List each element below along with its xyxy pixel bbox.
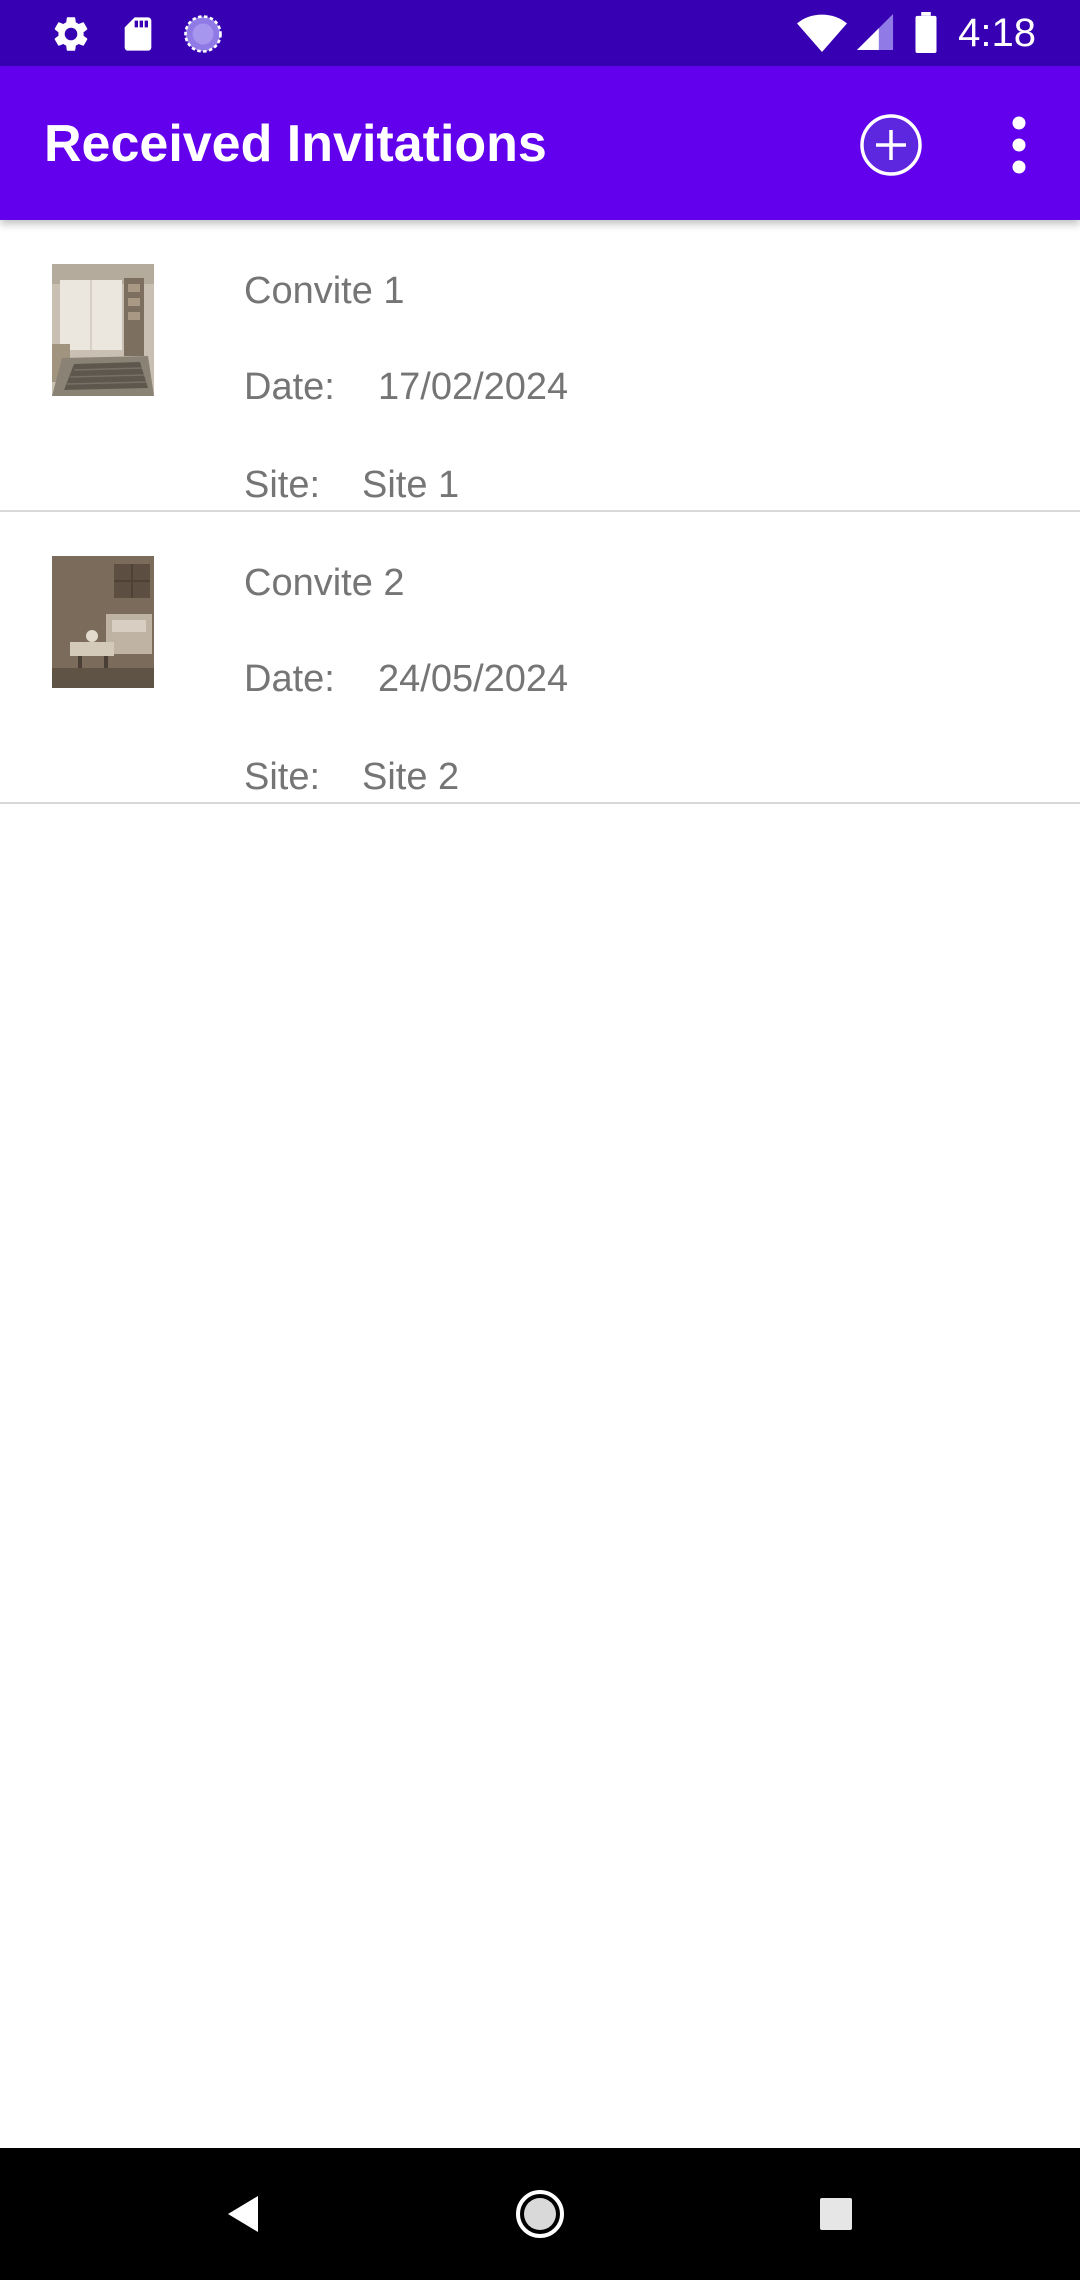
settings-icon xyxy=(50,13,92,60)
battery-icon xyxy=(914,12,938,59)
status-bar: 4:18 xyxy=(0,0,1080,66)
navigation-bar xyxy=(0,2148,1080,2280)
wifi-icon xyxy=(796,12,848,59)
site-value: Site 2 xyxy=(362,756,460,798)
invitation-title: Convite 2 xyxy=(244,562,405,604)
date-value: 17/02/2024 xyxy=(378,366,569,408)
back-triangle-icon xyxy=(214,2196,274,2248)
invitation-title: Convite 1 xyxy=(244,270,405,312)
invitation-item[interactable]: Convite 2 Date: 24/05/2024 Site: Site 2 xyxy=(0,512,1080,804)
back-button[interactable] xyxy=(214,2184,274,2244)
sync-circle-icon xyxy=(182,13,224,60)
add-circle-icon xyxy=(856,114,926,184)
site-label: Site: xyxy=(244,756,321,798)
page-title: Received Invitations xyxy=(44,115,547,173)
recents-square-icon xyxy=(806,2198,866,2248)
cell-signal-icon xyxy=(856,12,894,57)
invitation-item[interactable]: Convite 1 Date: 17/02/2024 Site: Site 1 xyxy=(0,220,1080,512)
status-time: 4:18 xyxy=(958,11,1036,55)
home-circle-icon xyxy=(510,2190,570,2248)
home-button[interactable] xyxy=(510,2184,570,2244)
date-label: Date: xyxy=(244,366,335,408)
invitation-thumbnail xyxy=(52,264,154,396)
date-value: 24/05/2024 xyxy=(378,658,569,700)
recents-button[interactable] xyxy=(806,2184,866,2244)
more-vert-icon xyxy=(994,116,1044,186)
invitation-thumbnail xyxy=(52,556,154,688)
app-bar: Received Invitations xyxy=(0,66,1080,220)
site-label: Site: xyxy=(244,464,321,506)
room-photo-icon xyxy=(52,556,154,688)
room-photo-icon xyxy=(52,264,154,396)
more-options-button[interactable] xyxy=(994,108,1044,182)
date-label: Date: xyxy=(244,658,335,700)
invitation-list: Convite 1 Date: 17/02/2024 Site: Site 1 xyxy=(0,220,1080,804)
site-value: Site 1 xyxy=(362,464,460,506)
sd-card-icon xyxy=(118,13,158,60)
add-invitation-button[interactable] xyxy=(856,110,926,180)
screen: 4:18 Received Invitations Convite 1 Date… xyxy=(0,0,1080,2280)
